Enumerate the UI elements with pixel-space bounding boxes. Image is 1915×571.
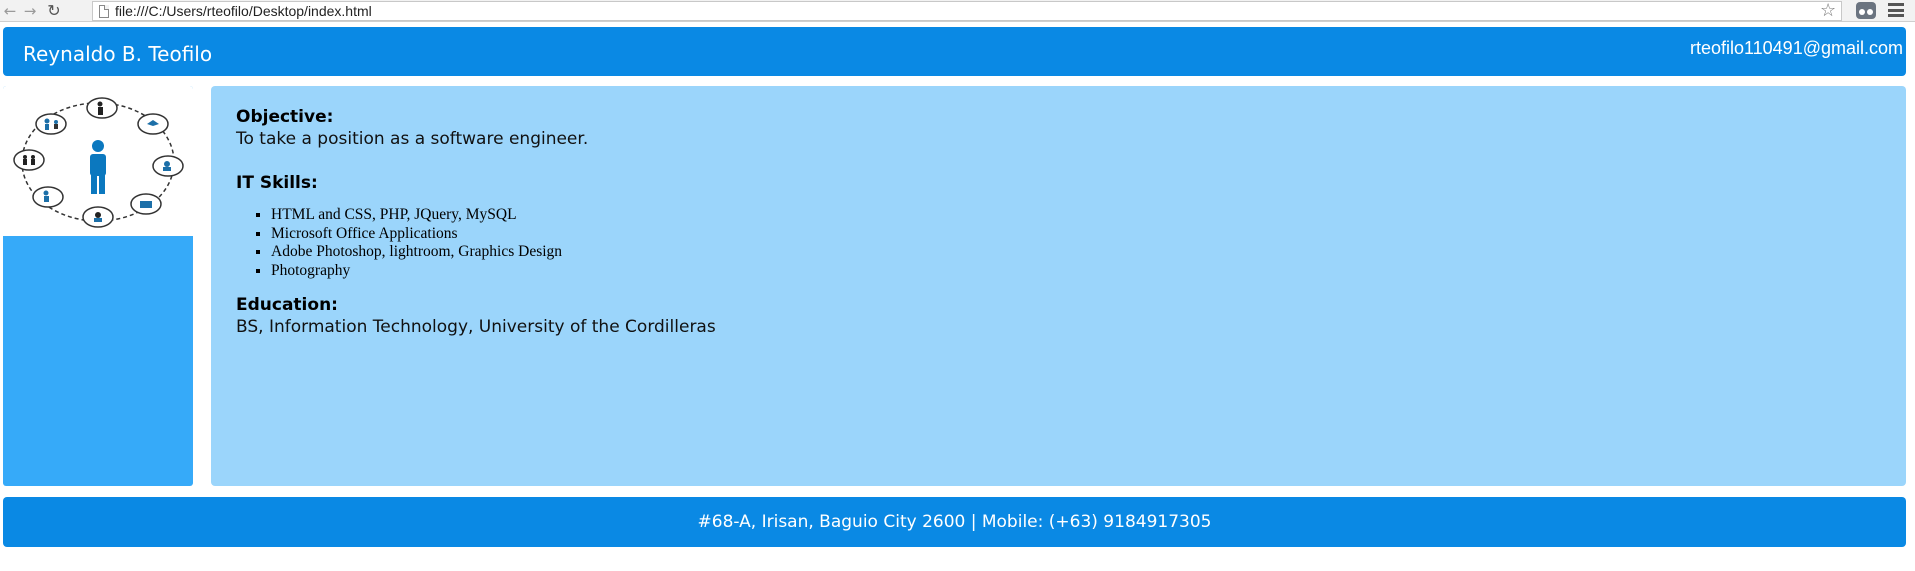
education-text: BS, Information Technology, University o… xyxy=(236,317,716,337)
skills-list: HTML and CSS, PHP, JQuery, MySQL Microso… xyxy=(271,206,1881,280)
menu-icon[interactable] xyxy=(1888,3,1904,17)
skills-heading: IT Skills: xyxy=(236,173,318,193)
objective-text: To take a position as a software enginee… xyxy=(236,129,589,149)
list-item: HTML and CSS, PHP, JQuery, MySQL xyxy=(271,206,1881,225)
bookmark-star-icon[interactable]: ☆ xyxy=(1820,0,1836,22)
browser-toolbar: ← → ↻ file:///C:/Users/rteofilo/Desktop/… xyxy=(0,0,1915,22)
list-item: Adobe Photoshop, lightroom, Graphics Des… xyxy=(271,243,1881,262)
main-content: Objective: To take a position as a softw… xyxy=(211,86,1906,486)
page-header: Reynaldo B. Teofilo rteofilo110491@gmail… xyxy=(3,27,1906,76)
reload-icon[interactable]: ↻ xyxy=(44,0,64,22)
address-bar[interactable]: file:///C:/Users/rteofilo/Desktop/index.… xyxy=(92,1,1842,21)
people-network-icon xyxy=(13,97,184,228)
education-heading: Education: xyxy=(236,295,338,315)
list-item: Photography xyxy=(271,262,1881,281)
list-item: Microsoft Office Applications xyxy=(271,225,1881,244)
forward-arrow-icon[interactable]: → xyxy=(20,0,40,22)
objective-heading: Objective: xyxy=(236,107,334,127)
back-arrow-icon[interactable]: ← xyxy=(0,0,20,22)
incognito-extension-icon[interactable] xyxy=(1856,2,1876,19)
page-icon xyxy=(99,4,109,18)
logo xyxy=(3,86,193,236)
url-text[interactable]: file:///C:/Users/rteofilo/Desktop/index.… xyxy=(115,3,372,19)
site-title: Reynaldo B. Teofilo xyxy=(23,42,213,66)
sidebar xyxy=(3,86,193,486)
page-footer: #68-A, Irisan, Baguio City 2600 | Mobile… xyxy=(3,497,1906,547)
footer-contact: #68-A, Irisan, Baguio City 2600 | Mobile… xyxy=(697,512,1212,532)
email-address: rteofilo110491@gmail.com xyxy=(1689,38,1903,58)
